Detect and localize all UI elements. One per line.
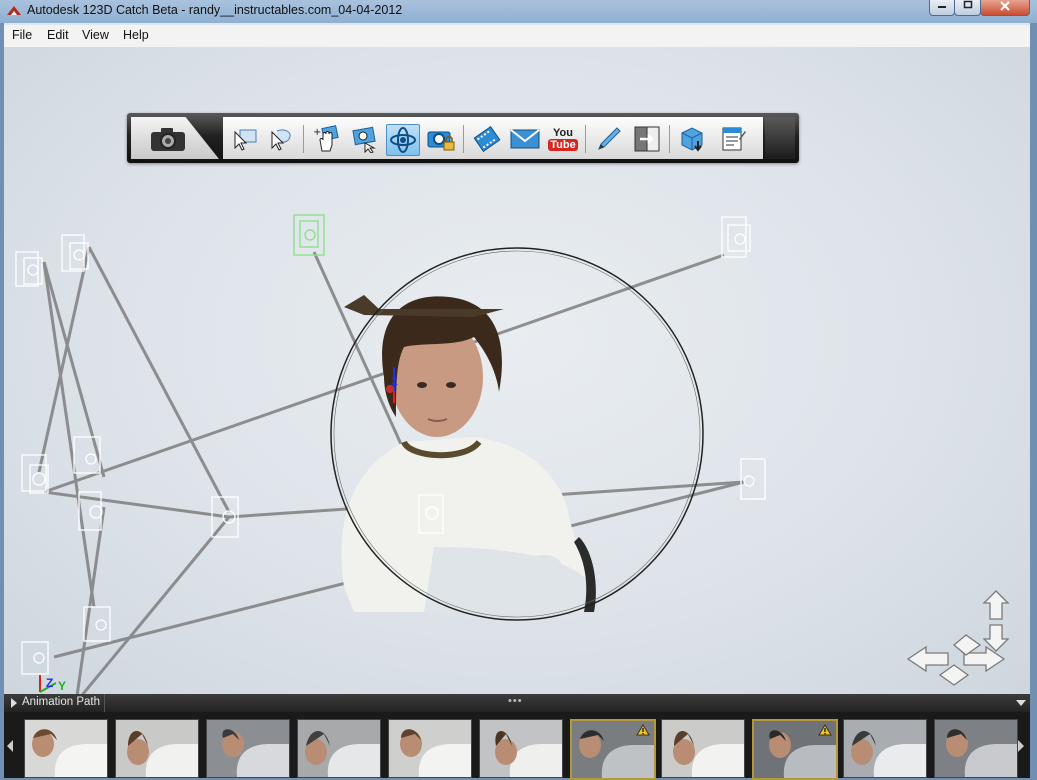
email-icon [510,129,540,149]
properties-button[interactable] [717,124,749,154]
camera-marker[interactable] [721,216,751,258]
camera-marker[interactable] [15,251,43,287]
world-axis-z: Z [46,676,53,690]
close-icon [1000,1,1010,11]
photo-icon [298,720,380,777]
svg-text:+: + [313,127,321,138]
menu-view[interactable]: View [82,28,109,42]
select-arrow-icon [234,129,257,151]
export-icon [634,126,660,152]
minimize-button[interactable] [929,0,955,16]
model-axis-z: Z [391,376,398,388]
camera-marker-selected[interactable] [293,214,325,256]
orbit-button[interactable] [386,124,420,156]
select-button[interactable] [229,124,261,154]
title-bar: Autodesk 123D Catch Beta - randy__instru… [0,0,1037,23]
orbit-icon [390,127,416,153]
export-button[interactable] [631,124,663,154]
menu-bar: File Edit View Help [4,25,1030,48]
3d-viewport[interactable]: Z Z Y + You Tube [4,47,1030,694]
warning-icon [636,724,650,736]
photo-thumbnail[interactable] [570,719,656,780]
photo-thumbnail[interactable] [115,719,199,778]
world-axis-y: Y [58,679,66,693]
photo-icon [844,720,926,777]
warning-icon [818,724,832,736]
zoom-window-icon [352,126,376,153]
pen-icon [598,127,621,150]
photo-thumbnail[interactable] [661,719,745,778]
camera-marker[interactable] [21,454,49,494]
photo-thumbnail[interactable] [24,719,108,778]
camera-marker[interactable] [61,234,89,272]
lasso-select-icon [271,129,291,151]
camera-lock-icon [427,131,455,151]
collapse-triangle-icon[interactable] [1016,700,1026,706]
animation-path-label[interactable]: Animation Path [22,696,100,708]
mesh-download-icon [681,127,703,152]
maximize-icon [963,0,972,9]
youtube-icon: You Tube [548,126,578,151]
zoom-window-button[interactable] [349,124,381,154]
minimize-icon [938,6,946,8]
pan-hand-icon: + [313,125,339,152]
photo-icon [662,720,744,777]
app-frame: File Edit View Help Z Z Y + You Tube Ani… [4,23,1030,780]
photo-thumbnail[interactable] [843,719,927,778]
photo-icon [25,720,107,777]
world-axis-gizmo: X Z Y [39,675,66,693]
film-strip-icon [473,126,501,152]
camera-marker[interactable] [73,436,101,474]
camera-marker[interactable] [740,458,766,500]
maximize-button[interactable] [954,0,981,16]
photo-icon [389,720,471,777]
panel-grip[interactable]: ••• [508,695,523,707]
photo-filmstrip [4,712,1030,780]
camera-lock-button[interactable] [425,124,457,154]
photo-icon [207,720,289,777]
view-navigation-arrows-icon[interactable] [906,590,1010,686]
photo-icon [116,720,198,777]
pan-button[interactable]: + [311,124,343,154]
camera-marker[interactable] [21,641,49,675]
menu-help[interactable]: Help [123,28,149,42]
photo-thumbnail[interactable] [206,719,290,778]
pen-button[interactable] [593,124,625,154]
photo-thumbnail[interactable] [388,719,472,778]
scanned-model[interactable] [341,295,596,612]
photo-thumbnail[interactable] [934,719,1018,778]
menu-edit[interactable]: Edit [47,28,69,42]
menu-file[interactable]: File [12,28,32,42]
animation-path-bar: Animation Path ••• [4,694,1030,712]
mesh-download-button[interactable] [677,124,709,154]
camera-icon [151,128,185,151]
expand-triangle-icon[interactable] [11,698,17,708]
photo-thumbnail[interactable] [297,719,381,778]
photo-icon [480,720,562,777]
email-button[interactable] [509,124,541,154]
lasso-select-button[interactable] [265,124,297,154]
close-button[interactable] [980,0,1030,16]
app-logo-icon [7,6,21,15]
window-title: Autodesk 123D Catch Beta - randy__instru… [27,3,403,17]
film-strip-button[interactable] [471,124,503,154]
scroll-right-icon[interactable] [1018,740,1024,752]
photo-icon [935,720,1017,777]
toolbar-tools: + You Tube [223,117,763,159]
toolbar-end-cap [765,117,795,159]
main-toolbar: + You Tube [127,113,799,163]
properties-icon [722,127,746,151]
camera-panel[interactable] [131,117,219,159]
photo-thumbnail[interactable] [479,719,563,778]
scroll-left-icon[interactable] [7,740,13,752]
youtube-button[interactable]: You Tube [547,124,579,154]
photo-thumbnail[interactable] [752,719,838,780]
